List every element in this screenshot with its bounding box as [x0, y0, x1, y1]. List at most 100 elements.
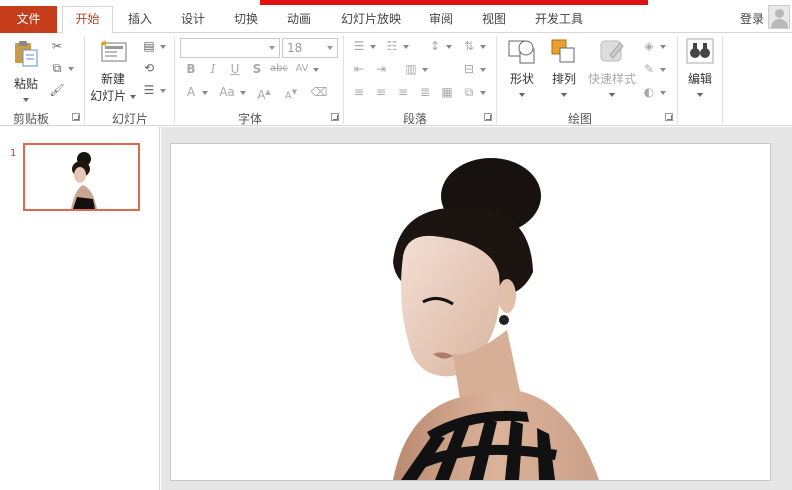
ribbon-tab-bar: 文件 开始 插入 设计 切换 动画 幻灯片放映 审阅 视图 开发工具 登录 [0, 0, 792, 34]
line-spacing-dropdown-icon[interactable] [446, 45, 452, 49]
new-slide-label-line2: 幻灯片 [88, 87, 138, 104]
clipboard-launcher-icon[interactable] [72, 113, 80, 121]
quick-styles-label: 快速样式 [587, 72, 636, 86]
font-color-dropdown-icon[interactable] [202, 91, 208, 95]
italic-icon[interactable]: I [204, 60, 222, 78]
tab-design[interactable]: 设计 [171, 9, 215, 33]
align-text-dropdown-icon[interactable] [480, 68, 486, 72]
arrange-label: 排列 [551, 72, 576, 86]
font-name-combo[interactable] [180, 38, 280, 58]
bullets-dropdown-icon[interactable] [370, 45, 376, 49]
copy-icon[interactable]: ⧉ [48, 59, 66, 77]
clipboard-group-label: 剪贴板 [12, 112, 49, 126]
smartart-icon[interactable]: ⧉ [460, 83, 478, 101]
slide-portrait-image[interactable] [171, 144, 770, 480]
ribbon: 粘贴 ✂ ⧉ 🖌 剪贴板 ✷ 新建 幻灯片 ▤ ⟲ ☰ 幻灯片 18 B I U… [0, 33, 792, 126]
arrange-dropdown-caret-icon [544, 87, 584, 101]
slides-group-label: 幻灯片 [111, 112, 148, 126]
ribbon-separator [677, 36, 678, 124]
shape-effects-icon[interactable]: ◐ [640, 83, 658, 101]
shape-outline-dropdown-icon[interactable] [660, 68, 666, 72]
arrange-button[interactable]: 排列 [544, 37, 584, 101]
font-size-combo[interactable]: 18 [282, 38, 338, 58]
slide-canvas[interactable] [170, 143, 771, 481]
shadow-text-icon[interactable]: S [248, 60, 266, 78]
tab-home[interactable]: 开始 [62, 6, 113, 34]
copy-dropdown-icon[interactable] [68, 67, 74, 71]
paragraph-group-label: 段落 [402, 112, 427, 126]
shape-outline-icon[interactable]: ✎ [640, 60, 658, 78]
new-slide-button[interactable]: ✷ 新建 幻灯片 [88, 37, 138, 107]
align-left-icon[interactable]: ≡ [350, 83, 368, 101]
paste-dropdown-caret-icon [6, 92, 46, 106]
decrease-font-size-icon[interactable]: A▼ [282, 83, 300, 101]
svg-text:✷: ✷ [100, 39, 108, 50]
paste-button[interactable]: 粘贴 [6, 39, 46, 103]
character-spacing-dropdown-icon[interactable] [313, 68, 319, 72]
change-case-icon[interactable]: Aa [214, 83, 240, 101]
align-right-icon[interactable]: ≡ [394, 83, 412, 101]
shape-fill-dropdown-icon[interactable] [660, 45, 666, 49]
tab-developer[interactable]: 开发工具 [526, 9, 592, 33]
user-avatar-icon[interactable] [768, 5, 790, 29]
numbering-dropdown-icon[interactable] [403, 45, 409, 49]
line-spacing-icon[interactable]: ↕ [426, 37, 444, 55]
slide-thumbnail[interactable] [23, 143, 140, 211]
quick-styles-icon [600, 40, 624, 62]
text-direction-dropdown-icon[interactable] [480, 45, 486, 49]
tab-animations[interactable]: 动画 [277, 9, 321, 33]
shape-effects-dropdown-icon[interactable] [660, 91, 666, 95]
ribbon-separator [722, 36, 723, 124]
cut-icon[interactable]: ✂ [48, 37, 66, 55]
tab-file[interactable]: 文件 [0, 6, 57, 33]
editing-button[interactable]: 编辑 [682, 37, 718, 101]
bullets-icon[interactable]: ☰ [350, 37, 368, 55]
decrease-indent-icon[interactable]: ⇤ [350, 60, 368, 78]
section-dropdown-icon[interactable] [160, 89, 166, 93]
distributed-icon[interactable]: ▦ [438, 83, 456, 101]
editing-dropdown-caret-icon [682, 87, 718, 101]
align-center-icon[interactable]: ≡ [372, 83, 390, 101]
bold-icon[interactable]: B [182, 60, 200, 78]
underline-icon[interactable]: U [226, 60, 244, 78]
new-slide-icon: ✷ [100, 39, 127, 62]
increase-font-size-icon[interactable]: A▲ [255, 83, 273, 102]
drawing-launcher-icon[interactable] [665, 113, 673, 121]
binoculars-icon [686, 38, 714, 64]
section-icon[interactable]: ☰ [140, 81, 158, 99]
shapes-label: 形状 [509, 72, 534, 86]
tab-transitions[interactable]: 切换 [224, 9, 268, 33]
increase-indent-icon[interactable]: ⇥ [372, 60, 390, 78]
columns-dropdown-icon[interactable] [422, 68, 428, 72]
layout-icon[interactable]: ▤ [140, 37, 158, 55]
character-spacing-icon[interactable]: AV [293, 60, 311, 78]
justify-icon[interactable]: ≣ [416, 83, 434, 101]
numbering-icon[interactable]: ☷ [383, 37, 401, 55]
drawing-group-label: 绘图 [567, 112, 592, 126]
ribbon-separator [343, 36, 344, 124]
strikethrough-icon[interactable]: abc [270, 60, 288, 78]
format-painter-icon[interactable]: 🖌 [48, 81, 66, 99]
smartart-dropdown-icon[interactable] [480, 91, 486, 95]
text-direction-icon[interactable]: ⇅ [460, 37, 478, 55]
tab-view[interactable]: 视图 [472, 9, 516, 33]
font-color-icon[interactable]: A [182, 83, 200, 101]
paragraph-launcher-icon[interactable] [484, 113, 492, 121]
clear-formatting-icon[interactable]: ⌫ [310, 83, 328, 101]
font-launcher-icon[interactable] [331, 113, 339, 121]
tab-slideshow[interactable]: 幻灯片放映 [332, 9, 410, 33]
columns-icon[interactable]: ▥ [402, 60, 420, 78]
paste-label: 粘贴 [13, 77, 38, 91]
reset-slide-icon[interactable]: ⟲ [140, 59, 158, 77]
tab-review[interactable]: 审阅 [419, 9, 463, 33]
ribbon-separator [84, 36, 85, 124]
shape-fill-icon[interactable]: ◈ [640, 37, 658, 55]
quick-styles-button[interactable]: 快速样式 [584, 37, 640, 101]
tab-insert[interactable]: 插入 [118, 9, 162, 33]
layout-dropdown-icon[interactable] [160, 45, 166, 49]
font-group-label: 字体 [237, 112, 262, 126]
align-text-icon[interactable]: ⊟ [460, 60, 478, 78]
shapes-button[interactable]: 形状 [502, 37, 542, 101]
login-link[interactable]: 登录 [740, 10, 764, 27]
change-case-dropdown-icon[interactable] [240, 91, 246, 95]
